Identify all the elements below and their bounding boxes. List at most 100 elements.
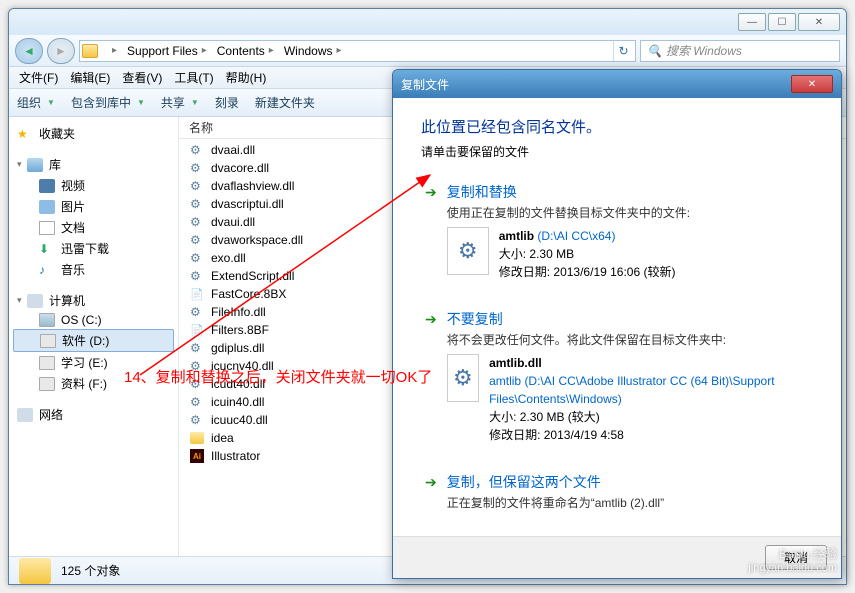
menu-help[interactable]: 帮助(H) — [220, 67, 273, 88]
menu-file[interactable]: 文件(F) — [13, 67, 64, 88]
star-icon: ★ — [17, 127, 33, 141]
tb-share[interactable]: 共享 — [161, 94, 199, 111]
computer-icon — [27, 294, 43, 308]
dialog-titlebar: 复制文件 ✕ — [393, 70, 841, 98]
network-icon — [17, 408, 33, 422]
dll-icon — [189, 250, 205, 266]
search-input[interactable]: 🔍 搜索 Windows — [640, 40, 840, 62]
dll-icon — [189, 412, 205, 428]
tb-organize[interactable]: 组织 — [17, 94, 55, 111]
sidebar-item-documents[interactable]: 文档 — [13, 217, 174, 238]
file-meta: amtlib.dll amtlib (D:\AI CC\Adobe Illust… — [489, 354, 809, 444]
sidebar-drive-e[interactable]: 学习 (E:) — [13, 352, 174, 373]
copy-file-dialog: 复制文件 ✕ 此位置已经包含同名文件。 请单击要保留的文件 ➔ 复制和替换 使用… — [392, 69, 842, 579]
breadcrumb-item[interactable]: Support Files▸ — [123, 44, 211, 58]
minimize-button[interactable]: — — [738, 13, 766, 31]
option-desc: 正在复制的文件将重命名为“amtlib (2).dll” — [447, 494, 809, 511]
tb-include[interactable]: 包含到库中 — [71, 94, 145, 111]
dialog-close-button[interactable]: ✕ — [791, 75, 833, 93]
forward-button[interactable]: ► — [47, 38, 75, 64]
dll-icon — [189, 178, 205, 194]
option-title: 不要复制 — [447, 309, 809, 329]
file-icon — [189, 286, 205, 302]
dll-icon — [189, 160, 205, 176]
file-icon — [189, 322, 205, 338]
file-name: dvaui.dll — [211, 215, 255, 229]
search-icon: 🔍 — [647, 44, 662, 58]
picture-icon — [39, 200, 55, 214]
refresh-button[interactable]: ↻ — [613, 41, 633, 61]
download-icon: ⬇ — [39, 242, 55, 256]
music-icon: ♪ — [39, 263, 55, 277]
menu-view[interactable]: 查看(V) — [116, 67, 168, 88]
sidebar-libraries[interactable]: ▾库 — [13, 154, 174, 175]
dll-icon — [189, 358, 205, 374]
file-name: icuin40.dll — [211, 395, 264, 409]
back-button[interactable]: ◄ — [15, 38, 43, 64]
sidebar-drive-c[interactable]: OS (C:) — [13, 311, 174, 329]
option-dont-copy[interactable]: ➔ 不要复制 将不会更改任何文件。将此文件保留在目标文件夹中: amtlib.d… — [421, 305, 813, 448]
dialog-title: 复制文件 — [401, 76, 449, 93]
tb-burn[interactable]: 刻录 — [215, 94, 239, 111]
sidebar-item-video[interactable]: 视频 — [13, 175, 174, 196]
menu-edit[interactable]: 编辑(E) — [64, 67, 116, 88]
breadcrumb-sep[interactable]: ▸ — [104, 45, 121, 56]
file-name: dvacore.dll — [211, 161, 269, 175]
video-icon — [39, 179, 55, 193]
breadcrumb-bar[interactable]: ▸ Support Files▸ Contents▸ Windows▸ ↻ — [79, 40, 636, 62]
sidebar-item-download[interactable]: ⬇迅雷下载 — [13, 238, 174, 259]
dialog-body: 此位置已经包含同名文件。 请单击要保留的文件 ➔ 复制和替换 使用正在复制的文件… — [393, 98, 841, 536]
file-name: dvaflashview.dll — [211, 179, 294, 193]
option-desc: 使用正在复制的文件替换目标文件夹中的文件: — [447, 204, 809, 221]
status-count: 125 个对象 — [61, 562, 120, 579]
option-keep-both[interactable]: ➔ 复制，但保留这两个文件 正在复制的文件将重命名为“amtlib (2).dl… — [421, 468, 813, 521]
file-name: icuuc40.dll — [211, 413, 268, 427]
file-name: FastCore.8BX — [211, 287, 286, 301]
document-icon — [39, 221, 55, 235]
breadcrumb-item[interactable]: Contents▸ — [213, 44, 278, 58]
dll-icon — [189, 232, 205, 248]
file-name: Filters.8BF — [211, 323, 269, 337]
sidebar-network[interactable]: 网络 — [13, 404, 174, 425]
sidebar-drive-f[interactable]: 资料 (F:) — [13, 373, 174, 394]
sidebar-item-pictures[interactable]: 图片 — [13, 196, 174, 217]
file-name: idea — [211, 431, 234, 445]
arrow-icon: ➔ — [425, 309, 437, 444]
dialog-subheading: 请单击要保留的文件 — [421, 143, 813, 160]
cancel-button[interactable]: 取消 — [765, 545, 827, 570]
file-name: icucnv40.dll — [211, 359, 274, 373]
close-button[interactable]: ✕ — [798, 13, 840, 31]
breadcrumb-item[interactable]: Windows▸ — [280, 44, 346, 58]
file-name: ExtendScript.dll — [211, 269, 294, 283]
file-name: icudt40.dll — [211, 377, 265, 391]
maximize-button[interactable]: ☐ — [768, 13, 796, 31]
menu-tools[interactable]: 工具(T) — [168, 67, 219, 88]
file-name: gdiplus.dll — [211, 341, 264, 355]
dll-icon — [189, 376, 205, 392]
drive-icon — [39, 377, 55, 391]
ai-icon: Ai — [189, 448, 205, 464]
drive-icon — [39, 356, 55, 370]
sidebar: ★收藏夹 ▾库 视频 图片 文档 ⬇迅雷下载 ♪音乐 ▾计算机 OS (C:) … — [9, 117, 179, 556]
file-name: dvaai.dll — [211, 143, 255, 157]
tb-newfolder[interactable]: 新建文件夹 — [255, 94, 315, 111]
sidebar-favorites[interactable]: ★收藏夹 — [13, 123, 174, 144]
file-thumb-icon — [447, 227, 489, 275]
sidebar-item-music[interactable]: ♪音乐 — [13, 259, 174, 280]
option-copy-replace[interactable]: ➔ 复制和替换 使用正在复制的文件替换目标文件夹中的文件: amtlib (D:… — [421, 178, 813, 285]
dll-icon — [189, 196, 205, 212]
option-desc: 将不会更改任何文件。将此文件保留在目标文件夹中: — [447, 331, 809, 348]
file-name: dvascriptui.dll — [211, 197, 284, 211]
dll-icon — [189, 214, 205, 230]
dialog-heading: 此位置已经包含同名文件。 — [421, 116, 813, 137]
folder-icon — [19, 558, 51, 584]
file-name: Illustrator — [211, 449, 260, 463]
option-title: 复制，但保留这两个文件 — [447, 472, 809, 492]
arrow-icon: ➔ — [425, 472, 437, 517]
dll-icon — [189, 340, 205, 356]
file-meta: amtlib (D:\AI CC\x64) 大小: 2.30 MB 修改日期: … — [499, 227, 676, 281]
sidebar-drive-d[interactable]: 软件 (D:) — [13, 329, 174, 352]
library-icon — [27, 158, 43, 172]
dll-icon — [189, 304, 205, 320]
sidebar-computer[interactable]: ▾计算机 — [13, 290, 174, 311]
